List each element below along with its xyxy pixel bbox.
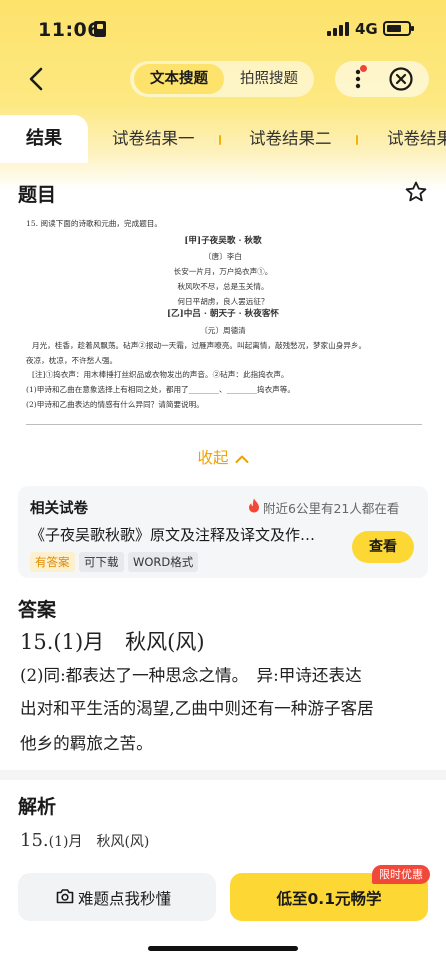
sub-question-2: (2)甲诗和乙曲表达的情感有什么异同？请简要说明。 [26,400,204,409]
fire-icon [249,498,259,513]
poem-author-yi: 〔元〕周德清 [200,326,246,335]
answer-title: 答案 [18,599,57,621]
answer-line: 15.(1)月 秋风(风) [20,630,205,654]
poem-line: 长安一片月，万户捣衣声①。 [173,267,273,276]
notification-dot [360,65,367,72]
analysis-number: 15. [20,830,49,851]
question-image: 15. 阅读下面的诗歌和元曲，完成题目。 [甲]子夜吴歌 · 秋歌 〔唐〕李白 … [26,212,420,424]
tab-text-search[interactable]: 文本搜题 [134,64,224,94]
chevron-up-icon [235,455,248,463]
tab-separator [219,135,221,145]
tab-paper-result-1[interactable]: 试卷结果一 [112,115,195,163]
explain-button[interactable]: 难题点我秒懂 [18,873,216,921]
more-icon[interactable] [347,68,369,90]
tag-downloadable: 可下载 [79,552,124,572]
tag-word-format: WORD格式 [128,552,199,572]
poem-line: 夜凉，枕凉，不许愁人强。 [26,356,118,365]
search-mode-switch: 文本搜题 拍照搜题 [130,61,314,97]
star-icon[interactable] [404,180,428,204]
poem-title-jia: [甲]子夜吴歌 · 秋歌 [184,236,262,246]
camera-icon [56,889,74,904]
result-tabs: 结果 试卷结果一 试卷结果二 试卷结果 [0,115,446,163]
tag-has-answer: 有答案 [30,552,75,572]
signal-icon [327,22,349,36]
portrait-lock-icon [94,21,106,37]
collapse-button[interactable]: 收起 [0,446,446,468]
tab-photo-search[interactable]: 拍照搜题 [226,64,312,94]
promo-badge: 限时优惠 [372,865,430,884]
answer-line: 出对和平生活的渴望,乙曲中则还有一种游子客居 [20,699,374,718]
nearby-viewers: 附近6公里有21人都在看 [263,501,400,516]
tab-separator [356,135,358,145]
section-divider [0,770,446,780]
explain-label: 难题点我秒懂 [78,890,172,908]
tab-paper-result-2[interactable]: 试卷结果二 [249,115,332,163]
status-bar: 11:06 4G [0,0,446,58]
home-indicator [148,946,298,951]
analysis-content: (1)月 秋风(风) [48,834,150,850]
related-paper-card[interactable]: 相关试卷 附近6公里有21人都在看 《子夜吴歌秋歌》原文及注释及译文及作… 有答… [18,486,428,578]
subscribe-button[interactable]: 低至0.1元畅学 限时优惠 [230,865,430,921]
poem-note: [注]①捣衣声：用木棒捶打丝织品或衣物发出的声音。②砧声：此指捣衣声。 [32,370,289,379]
collapse-label: 收起 [197,449,229,467]
sub-question-1: (1)甲诗和乙曲在意象选择上有相同之处，都用了________、________… [26,385,295,394]
status-time: 11:06 [38,19,101,41]
related-paper-name[interactable]: 《子夜吴歌秋歌》原文及注释及译文及作… [30,524,315,545]
bottom-action-bar: 难题点我秒懂 低至0.1元畅学 限时优惠 [0,860,446,964]
battery-icon [383,21,414,36]
answer-line: (2)同:都表达了一种思念之情。 异:甲诗还表达 [20,666,362,685]
question-stem: 15. 阅读下面的诗歌和元曲，完成题目。 [26,219,162,228]
back-icon[interactable] [24,66,50,92]
poem-line: 秋风吹不尽，总是玉关情。 [177,282,269,291]
poem-author-jia: 〔唐〕李白 [204,252,242,261]
tab-result[interactable]: 结果 [0,115,88,163]
poem-line: 月光，桂香，趁着风飘荡。砧声②报动一天霜，过雁声嘹亮。叫起离情，敲残愁况，梦家山… [32,341,367,350]
more-close-group [335,61,429,97]
analysis-title: 解析 [18,796,57,818]
close-icon[interactable] [389,67,413,91]
divider [26,424,422,425]
network-type: 4G [355,20,378,38]
view-button[interactable]: 查看 [352,531,414,563]
subscribe-label: 低至0.1元畅学 [276,890,382,908]
related-title: 相关试卷 [30,501,88,517]
poem-title-yi: [乙]中吕 · 朝天子 · 秋夜客怀 [166,309,280,319]
question-title: 题目 [18,184,57,206]
analysis-text: 15.(1)月 秋风(风) [20,830,149,851]
tab-paper-result-3[interactable]: 试卷结果 [387,115,446,163]
answer-line: 他乡的羁旅之苦。 [20,734,153,753]
